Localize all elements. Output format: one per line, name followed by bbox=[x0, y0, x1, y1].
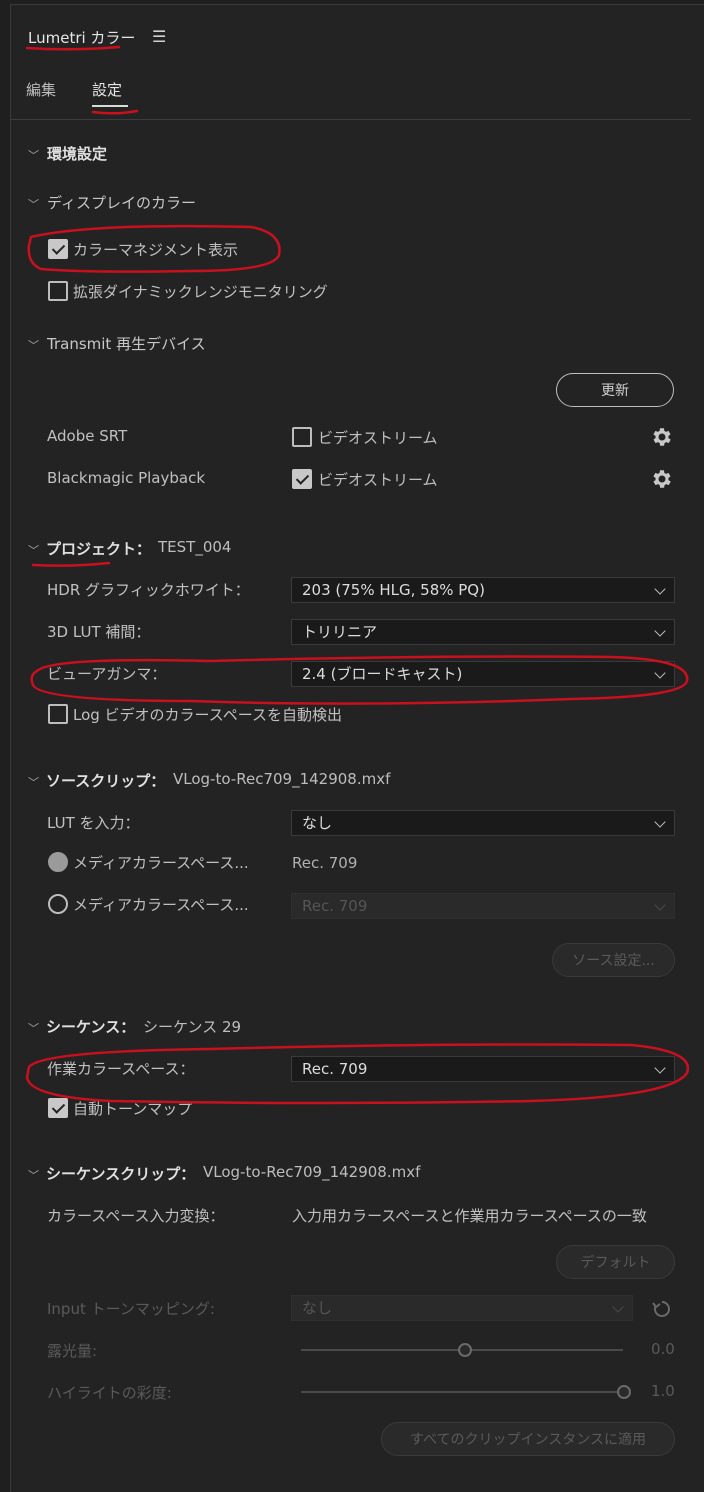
tab-active-indicator bbox=[92, 105, 128, 107]
chevron-down-icon bbox=[654, 816, 666, 828]
display-color-heading[interactable]: ディスプレイのカラー bbox=[47, 192, 196, 213]
hdr-white-select[interactable]: 203 (75% HLG, 58% PQ) bbox=[291, 577, 675, 603]
auto-tonemap-label: 自動トーンマップ bbox=[73, 1100, 193, 1118]
device-name: Adobe SRT bbox=[47, 427, 128, 445]
lut-input-value: なし bbox=[302, 814, 333, 832]
media-cs-label-1: メディアカラースペース... bbox=[73, 854, 249, 872]
transmit-heading[interactable]: Transmit 再生デバイス bbox=[47, 333, 206, 354]
input-tonemap-label: Input トーンマッピング: bbox=[47, 1300, 215, 1318]
reset-icon[interactable] bbox=[651, 1298, 673, 1320]
input-tonemap-value: なし bbox=[302, 1299, 333, 1317]
hamburger-icon[interactable]: ☰ bbox=[152, 27, 166, 46]
chevron-down-icon bbox=[612, 1301, 624, 1313]
color-management-checkbox[interactable] bbox=[48, 239, 68, 259]
chevron-down-icon bbox=[654, 625, 666, 637]
chevron-down-icon[interactable]: ﹀ bbox=[28, 1167, 39, 1183]
refresh-button[interactable]: 更新 bbox=[556, 373, 674, 407]
tab-settings[interactable]: 設定 bbox=[92, 79, 122, 100]
source-clip-heading[interactable]: ソースクリップ： bbox=[46, 770, 165, 791]
lumetri-settings-panel: Lumetri カラー ☰ 編集 設定 ﹀ 環境設定 ﹀ ディスプレイのカラー … bbox=[10, 4, 704, 1492]
project-heading[interactable]: プロジェクト： bbox=[46, 538, 151, 559]
source-clip-name: VLog-to-Rec709_142908.mxf bbox=[173, 770, 391, 788]
lut-input-label: LUT を入力： bbox=[47, 814, 140, 832]
lut-interp-value: トリリニア bbox=[302, 623, 378, 641]
chevron-down-icon bbox=[654, 899, 666, 911]
chevron-down-icon bbox=[654, 1062, 666, 1074]
default-button[interactable]: デフォルト bbox=[556, 1245, 675, 1279]
blackmagic-stream-checkbox[interactable] bbox=[292, 469, 312, 489]
tab-edit[interactable]: 編集 bbox=[26, 79, 56, 100]
sequence-clip-name: VLog-to-Rec709_142908.mxf bbox=[203, 1163, 421, 1181]
log-detect-checkbox[interactable] bbox=[48, 704, 68, 724]
lut-input-select[interactable]: なし bbox=[291, 810, 675, 836]
highlight-slider-track[interactable] bbox=[301, 1391, 623, 1393]
extended-dynamic-checkbox[interactable] bbox=[48, 281, 68, 301]
chevron-down-icon[interactable]: ﹀ bbox=[28, 774, 39, 790]
gear-icon[interactable] bbox=[650, 467, 674, 491]
preferences-heading[interactable]: 環境設定 bbox=[47, 143, 107, 164]
highlight-value[interactable]: 1.0 bbox=[651, 1382, 675, 1400]
hdr-white-value: 203 (75% HLG, 58% PQ) bbox=[302, 581, 485, 599]
chevron-down-icon bbox=[654, 583, 666, 595]
auto-tonemap-checkbox[interactable] bbox=[48, 1098, 68, 1118]
viewer-gamma-select[interactable]: 2.4 (ブロードキャスト) bbox=[291, 661, 675, 687]
media-cs-radio-1[interactable] bbox=[48, 852, 68, 872]
cs-input-value: 入力用カラースペースと作業用カラースペースの一致 bbox=[292, 1207, 647, 1225]
lut-interp-label: 3D LUT 補間： bbox=[47, 623, 151, 641]
viewer-gamma-value: 2.4 (ブロードキャスト) bbox=[302, 665, 463, 683]
stream-label: ビデオストリーム bbox=[318, 471, 438, 489]
sequence-name: シーケンス 29 bbox=[143, 1018, 242, 1036]
working-cs-select[interactable]: Rec. 709 bbox=[291, 1056, 675, 1082]
extended-dynamic-label: 拡張ダイナミックレンジモニタリング bbox=[73, 283, 328, 301]
media-cs-radio-2[interactable] bbox=[48, 894, 68, 914]
viewer-gamma-label: ビューアガンマ： bbox=[47, 665, 167, 683]
exposure-slider-knob[interactable] bbox=[458, 1343, 472, 1357]
chevron-down-icon bbox=[654, 667, 666, 679]
exposure-label: 露光量: bbox=[47, 1342, 98, 1360]
sequence-clip-heading[interactable]: シーケンスクリップ： bbox=[46, 1163, 195, 1184]
exposure-value[interactable]: 0.0 bbox=[651, 1340, 675, 1358]
project-name: TEST_004 bbox=[158, 538, 232, 556]
input-tonemap-select[interactable]: なし bbox=[291, 1295, 633, 1321]
source-settings-button[interactable]: ソース設定... bbox=[552, 943, 675, 977]
working-cs-label: 作業カラースペース： bbox=[47, 1060, 195, 1078]
color-management-label: カラーマネジメント表示 bbox=[73, 241, 239, 259]
chevron-down-icon[interactable]: ﹀ bbox=[28, 337, 39, 353]
log-detect-label: Log ビデオのカラースペースを自動検出 bbox=[73, 706, 343, 724]
stream-label: ビデオストリーム bbox=[318, 429, 438, 447]
media-cs-label-2: メディアカラースペース... bbox=[73, 896, 249, 914]
highlight-label: ハイライトの彩度: bbox=[47, 1384, 172, 1402]
chevron-down-icon[interactable]: ﹀ bbox=[28, 147, 39, 163]
media-cs-value-1: Rec. 709 bbox=[292, 854, 358, 872]
chevron-down-icon[interactable]: ﹀ bbox=[28, 542, 39, 558]
media-cs-select[interactable]: Rec. 709 bbox=[291, 893, 675, 919]
highlight-slider-knob[interactable] bbox=[617, 1385, 631, 1399]
hdr-white-label: HDR グラフィックホワイト： bbox=[47, 581, 250, 599]
adobe-srt-stream-checkbox[interactable] bbox=[292, 427, 312, 447]
chevron-down-icon[interactable]: ﹀ bbox=[28, 1020, 39, 1036]
device-name: Blackmagic Playback bbox=[47, 469, 206, 487]
lut-interp-select[interactable]: トリリニア bbox=[291, 619, 675, 645]
tab-divider bbox=[11, 119, 691, 120]
sequence-heading[interactable]: シーケンス： bbox=[46, 1016, 135, 1037]
working-cs-value: Rec. 709 bbox=[302, 1060, 368, 1078]
apply-all-button[interactable]: すべてのクリップインスタンスに適用 bbox=[381, 1422, 675, 1456]
media-cs-value-2: Rec. 709 bbox=[302, 897, 368, 915]
panel-title: Lumetri カラー bbox=[28, 29, 136, 47]
cs-input-label: カラースペース入力変換： bbox=[47, 1207, 225, 1225]
gear-icon[interactable] bbox=[650, 425, 674, 449]
chevron-down-icon[interactable]: ﹀ bbox=[28, 196, 39, 212]
